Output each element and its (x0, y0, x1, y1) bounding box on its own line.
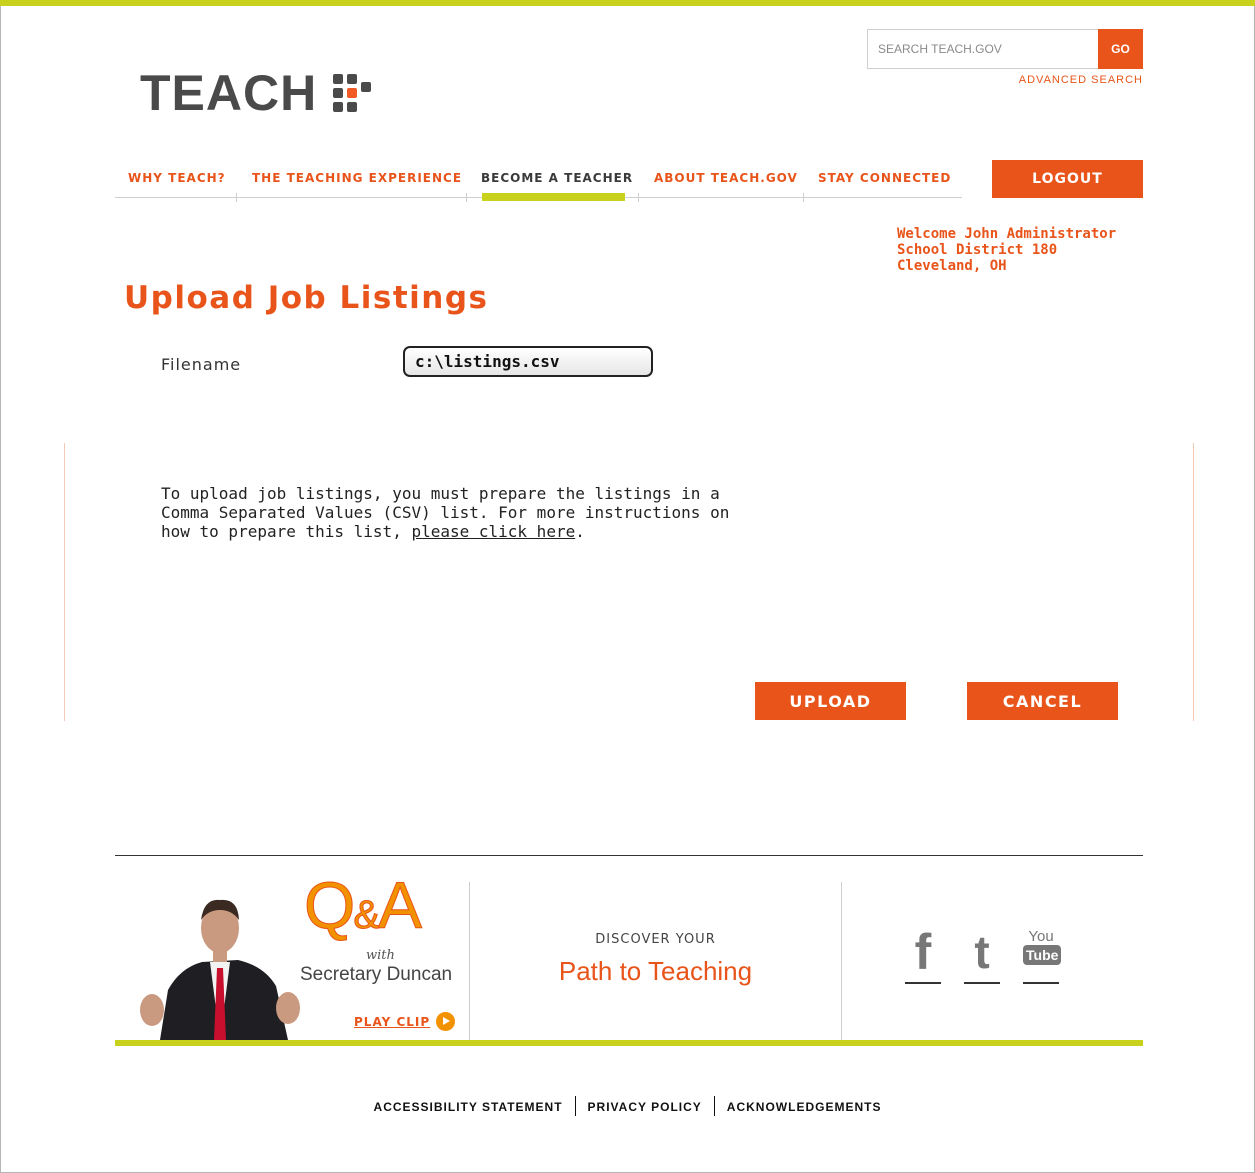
logo-text: TEACH (140, 65, 318, 121)
qa-secretary: Secretary Duncan (300, 964, 453, 985)
footer-divider (115, 855, 1143, 856)
youtube-link[interactable]: You Tube (1023, 928, 1062, 984)
twitter-link[interactable]: t (964, 929, 1000, 984)
qa-title-q: Q (303, 868, 355, 942)
nav-tick (466, 193, 467, 202)
accessibility-statement-link[interactable]: ACCESSIBILITY STATEMENT (362, 1100, 575, 1114)
nav-teaching-experience[interactable]: THE TEACHING EXPERIENCE (252, 171, 462, 185)
search-bar: GO (867, 29, 1143, 69)
facebook-icon: f (914, 924, 932, 980)
youtube-tube: Tube (1023, 945, 1062, 965)
social-underline (1023, 982, 1059, 984)
nav-about-teach-gov[interactable]: ABOUT TEACH.GOV (654, 171, 798, 185)
instructions-end: . (575, 522, 585, 541)
nav-tick (638, 193, 639, 202)
play-clip-link[interactable]: PLAY CLIP (354, 1012, 456, 1031)
social-underline (964, 982, 1000, 984)
footer-links: ACCESSIBILITY STATEMENT PRIVACY POLICY ACK… (0, 1096, 1255, 1116)
top-accent-bar (0, 0, 1255, 6)
instructions-link[interactable]: please click here (411, 522, 575, 541)
search-go-button[interactable]: GO (1098, 29, 1143, 69)
nav-tick (236, 193, 237, 202)
youtube-icon: You Tube (1023, 928, 1062, 965)
privacy-policy-link[interactable]: PRIVACY POLICY (576, 1100, 714, 1114)
cancel-button[interactable]: CANCEL (967, 682, 1118, 720)
welcome-district: School District 180 (897, 242, 1058, 258)
qa-title-a: A (378, 868, 423, 942)
discover-kicker: DISCOVER YOUR (595, 932, 716, 947)
filename-input[interactable] (403, 346, 653, 377)
footer-accent-bar (115, 1040, 1143, 1046)
advanced-search-link[interactable]: ADVANCED SEARCH (1014, 74, 1143, 86)
welcome-block: Welcome John Administrator School Distri… (897, 226, 1116, 274)
social-underline (905, 982, 941, 984)
teach-logo[interactable]: TEACH (140, 68, 373, 118)
qa-title: Q&A (303, 872, 422, 939)
twitter-icon: t (974, 926, 990, 978)
youtube-you: You (1028, 928, 1054, 945)
path-to-teaching-link[interactable]: Path to Teaching (470, 956, 841, 987)
filename-label: Filename (161, 355, 242, 374)
content-border-right (1193, 443, 1194, 721)
nav-tick (803, 193, 804, 202)
logo-grid-icon (333, 74, 373, 112)
nav-active-indicator (482, 193, 625, 201)
welcome-location: Cleveland, OH (897, 258, 1007, 274)
logout-button[interactable]: LOGOUT (992, 160, 1143, 198)
content-border-left (64, 443, 65, 721)
nav-become-a-teacher[interactable]: BECOME A TEACHER (481, 171, 633, 185)
upload-button[interactable]: UPLOAD (755, 682, 906, 720)
welcome-user: Welcome John Administrator (897, 226, 1117, 242)
page-title: Upload Job Listings (124, 280, 489, 316)
facebook-link[interactable]: f (905, 927, 941, 984)
upload-instructions: To upload job listings, you must prepare… (161, 484, 741, 541)
qa-with: with (366, 948, 395, 963)
search-input[interactable] (867, 29, 1098, 69)
play-icon (436, 1012, 456, 1031)
play-clip-label: PLAY CLIP (354, 1014, 431, 1029)
main-nav: WHY TEACH? THE TEACHING EXPERIENCE BECOM… (115, 160, 962, 202)
nav-stay-connected[interactable]: STAY CONNECTED (818, 171, 951, 185)
qa-title-amp: & (353, 893, 381, 937)
secretary-photo[interactable] (140, 890, 300, 1040)
nav-why-teach[interactable]: WHY TEACH? (128, 171, 226, 185)
acknowledgements-link[interactable]: ACKNOWLEDGEMENTS (715, 1100, 894, 1114)
footer-column-divider (841, 882, 842, 1040)
